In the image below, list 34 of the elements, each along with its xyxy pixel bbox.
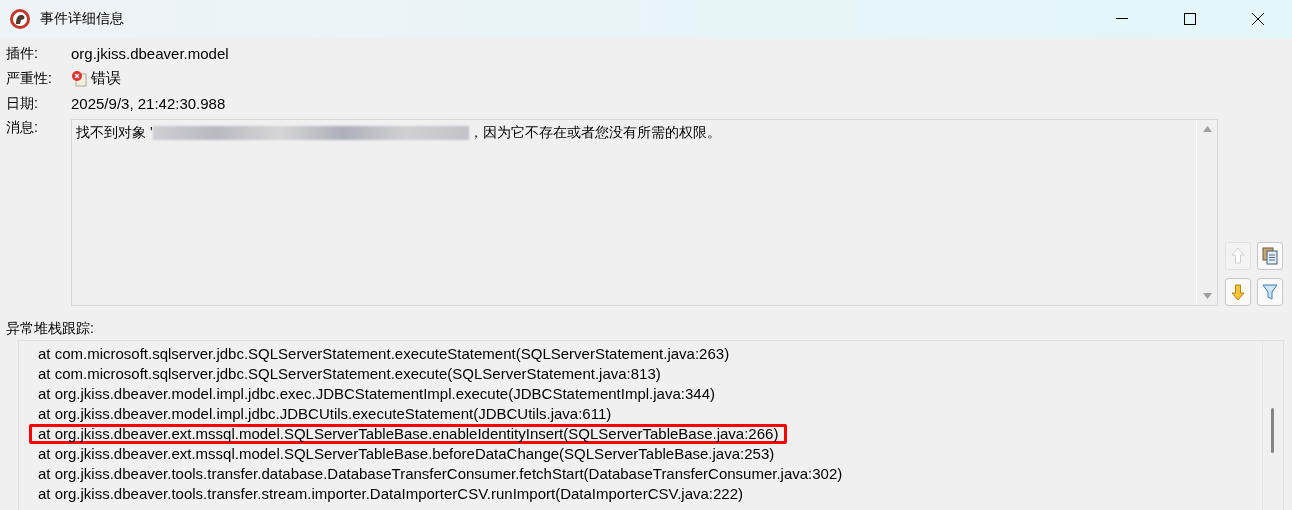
stack-trace-line: at org.jkiss.dbeaver.ext.mssql.model.SQLServerTableBase.beforeDataChange(SQLServerTableBase.java:253) [37, 444, 776, 464]
field-value: org.jkiss.dbeaver.model [71, 45, 229, 62]
stack-trace-line: at org.jkiss.dbeaver.model.impl.jdbc.JDBCUtils.executeStatement(JDBCUtils.java:611) [37, 404, 613, 424]
field-value: 2025/9/3, 21:42:30.988 [71, 95, 226, 112]
severity-value: 错误 [91, 69, 121, 88]
scroll-down-icon[interactable] [1202, 293, 1212, 299]
section-label: 异常堆栈跟踪: [6, 320, 94, 336]
scroll-up-icon[interactable] [1202, 126, 1212, 132]
field-label: 插件: [5, 44, 39, 63]
down-button[interactable] [1225, 278, 1251, 306]
window-title: 事件详细信息 [40, 10, 124, 28]
scrollbar-thumb[interactable] [1271, 408, 1274, 453]
stack-trace-line: at com.microsoft.sqlserver.jdbc.SQLServerStatement.execute(SQLServerStatement.java:813) [37, 364, 662, 384]
minimize-icon [1116, 18, 1128, 20]
stack-trace-line: at com.microsoft.sqlserver.jdbc.SQLServerStatement.executeStatement(SQLServerStatement.java:263) [37, 344, 731, 364]
stack-trace-line: at org.jkiss.dbeaver.tools.transfer.stream.importer.DataImporterCSV.runImport(DataImporterCSV.java:222) [37, 484, 745, 504]
down-arrow-icon [1230, 283, 1246, 301]
field-label: 消息: [5, 119, 39, 137]
copy-button[interactable] [1257, 242, 1283, 270]
filter-button[interactable] [1257, 278, 1283, 306]
field-label: 严重性: [5, 69, 53, 88]
close-icon [1252, 13, 1264, 25]
beaver-logo-icon [9, 8, 31, 30]
stack-trace-line: at org.jkiss.dbeaver.tools.transfer.database.DatabaseTransferConsumer.fetchStart(DatabaseTransferConsumer.java:302) [37, 464, 844, 484]
filter-icon [1262, 283, 1278, 301]
stack-trace-line: at org.jkiss.dbeaver.model.impl.jdbc.exec.JDBCStatementImpl.execute(JDBCStatementImpl.java:344) [37, 384, 716, 404]
field-label: 日期: [5, 94, 39, 113]
error-icon [71, 70, 87, 87]
message-text: ，因为它不存在或者您没有所需的权限。 [468, 124, 721, 142]
copy-icon [1261, 247, 1279, 265]
maximize-icon [1184, 13, 1196, 25]
up-arrow-icon [1230, 247, 1246, 265]
message-box[interactable]: 找不到对象 ' ，因为它不存在或者您没有所需的权限。 [71, 119, 1218, 306]
message-text: 找不到对象 ' [76, 124, 153, 142]
